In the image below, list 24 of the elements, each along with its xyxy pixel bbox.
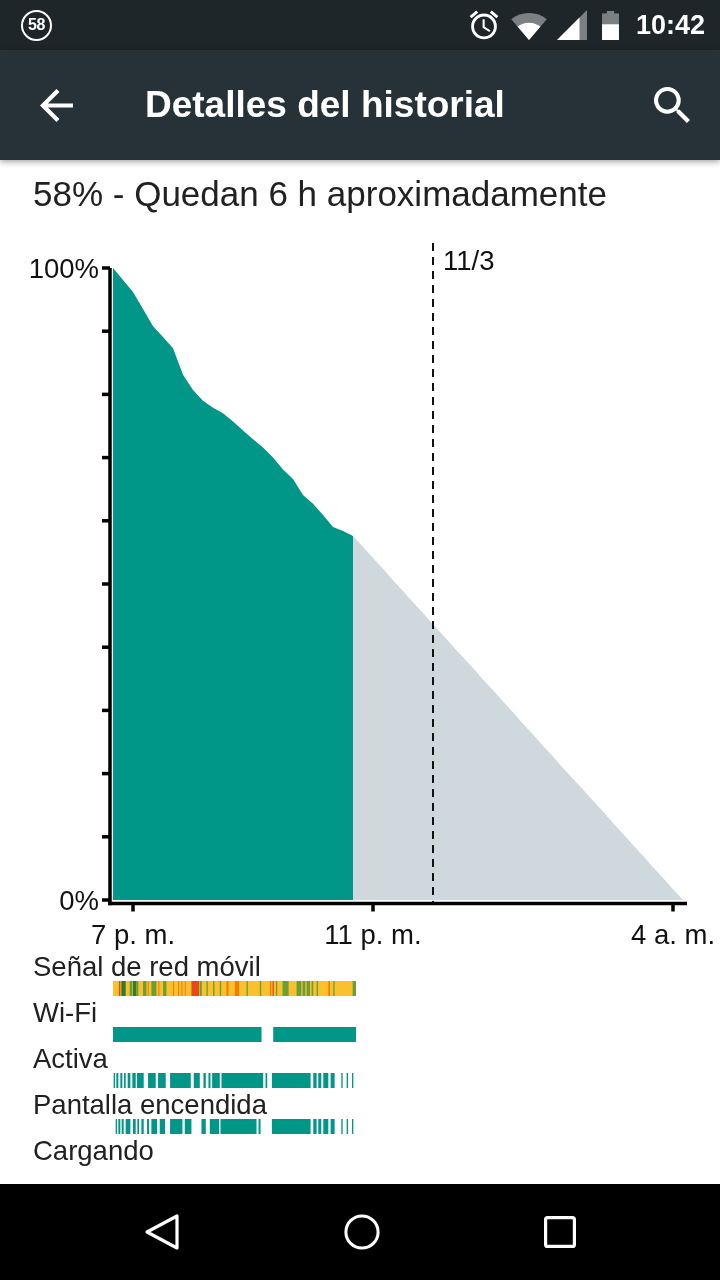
alarm-clock-icon xyxy=(468,10,499,40)
y-tick-label: 0% xyxy=(59,884,99,916)
battery-icon xyxy=(601,10,619,40)
history-row-label: Cargando xyxy=(33,1137,154,1165)
history-row-label: Wi-Fi xyxy=(33,999,98,1027)
wifi-icon xyxy=(510,12,547,40)
battery-percent-indicator: 58 xyxy=(21,9,52,41)
screen-title: Detalles del historial xyxy=(145,83,505,127)
history-row-label: Activa xyxy=(33,1045,108,1073)
home-nav-icon[interactable] xyxy=(344,1213,380,1251)
x-tick-label: 11 p. m. xyxy=(324,919,422,950)
history-row-label: Pantalla encendida xyxy=(33,1091,267,1119)
back-arrow-icon[interactable] xyxy=(40,88,73,122)
back-nav-icon[interactable] xyxy=(144,1213,180,1251)
y-tick-label: 100% xyxy=(28,252,99,284)
battery-summary: 58% - Quedan 6 h aproximadamente xyxy=(33,174,607,214)
x-tick-label: 4 a. m. xyxy=(630,919,716,950)
date-label: 11/3 xyxy=(443,245,495,276)
history-row-label: Señal de red móvil xyxy=(33,953,261,981)
x-tick-label: 7 p. m. xyxy=(90,919,176,950)
recent-apps-icon[interactable] xyxy=(544,1216,576,1248)
cell-signal-icon xyxy=(556,10,587,40)
search-icon[interactable] xyxy=(654,87,690,123)
status-time: 10:42 xyxy=(635,9,705,41)
